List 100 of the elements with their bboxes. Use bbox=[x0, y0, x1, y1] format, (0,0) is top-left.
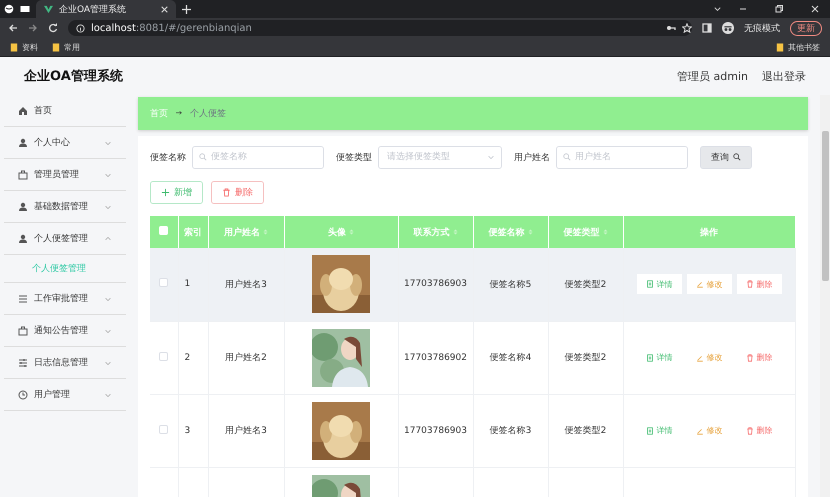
window-icon[interactable] bbox=[20, 4, 30, 14]
address-field[interactable]: localhost:8081/#/gerenbianqian bbox=[68, 20, 692, 36]
table-cell: 便签名称5 bbox=[473, 248, 548, 321]
trash-icon bbox=[746, 426, 754, 434]
info-icon bbox=[76, 24, 85, 32]
table-cell: 用户姓名3 bbox=[208, 394, 284, 467]
search-icon bbox=[733, 153, 741, 161]
edit-button[interactable]: 修改 bbox=[686, 274, 732, 294]
briefcase-icon bbox=[18, 326, 28, 336]
app-title: 企业OA管理系统 bbox=[24, 68, 123, 85]
url-text: localhost:8081/#/gerenbianqian bbox=[91, 22, 252, 34]
add-button[interactable]: 新增 bbox=[150, 181, 203, 204]
sidebar-item[interactable]: 用户管理 bbox=[4, 379, 126, 411]
incognito-icon[interactable] bbox=[722, 22, 734, 34]
arrow-icon bbox=[174, 110, 184, 116]
table-cell: 1 bbox=[178, 248, 208, 321]
search-button[interactable]: 查询 bbox=[700, 146, 752, 168]
sidebar-item[interactable]: 基础数据管理 bbox=[4, 191, 126, 223]
bookmark-label[interactable]: 其他书签 bbox=[788, 42, 820, 52]
table-cell: 便签类型2 bbox=[548, 394, 623, 467]
sidebar-item[interactable]: 个人便签管理 bbox=[4, 223, 126, 255]
bookmark-label[interactable]: 常用 bbox=[64, 42, 80, 52]
pencil-icon bbox=[696, 280, 704, 288]
briefcase-icon bbox=[18, 170, 28, 180]
sidebar-item[interactable]: 首页 bbox=[4, 95, 126, 127]
person-icon bbox=[18, 138, 28, 148]
delete-button[interactable]: 删除 bbox=[211, 181, 264, 204]
field-label: 便签名称 bbox=[150, 152, 186, 164]
new-tab-icon[interactable] bbox=[182, 4, 191, 14]
table-cell: 3 bbox=[178, 394, 208, 467]
plus-icon bbox=[161, 188, 170, 197]
globe-icon[interactable] bbox=[4, 4, 14, 14]
table-cell: 17703786903 bbox=[398, 394, 473, 467]
folder-icon bbox=[10, 42, 18, 52]
side-panel-icon[interactable] bbox=[702, 23, 712, 33]
document-icon bbox=[646, 280, 654, 288]
table-cell: 用户姓名2 bbox=[208, 321, 284, 394]
field-label: 用户姓名 bbox=[514, 152, 550, 164]
list-icon bbox=[18, 294, 28, 304]
table-cell: 便签名称3 bbox=[473, 394, 548, 467]
sidebar-item[interactable]: 个人中心 bbox=[4, 127, 126, 159]
incognito-label: 无痕模式 bbox=[744, 22, 780, 34]
delete-button[interactable]: 删除 bbox=[736, 274, 782, 294]
search-field[interactable]: 用户姓名 bbox=[556, 146, 688, 168]
sidebar-item[interactable]: 管理员管理 bbox=[4, 159, 126, 191]
restore-icon[interactable] bbox=[774, 4, 784, 14]
select-all-checkbox[interactable] bbox=[159, 226, 168, 235]
browser-tab[interactable]: 企业OA管理系统 bbox=[36, 0, 176, 18]
sort-icon bbox=[528, 228, 532, 236]
table-cell: 2 bbox=[178, 321, 208, 394]
back-arrow-icon[interactable] bbox=[8, 23, 18, 33]
table-cell: 17703786902 bbox=[398, 321, 473, 394]
sidebar-subitem[interactable]: 个人便签管理 bbox=[4, 255, 126, 283]
table-cell: 便签名称4 bbox=[473, 321, 548, 394]
sidebar-item[interactable]: 通知公告管理 bbox=[4, 315, 126, 347]
update-button[interactable]: 更新 bbox=[790, 20, 822, 36]
close-icon[interactable] bbox=[810, 4, 820, 14]
reload-icon[interactable] bbox=[48, 23, 58, 33]
document-icon bbox=[646, 426, 654, 434]
field-label: 便签类型 bbox=[336, 152, 372, 164]
clock-icon bbox=[18, 390, 28, 400]
table-cell: 用户姓名3 bbox=[208, 248, 284, 321]
table-cell: 便签类型2 bbox=[548, 248, 623, 321]
sort-icon bbox=[602, 228, 608, 236]
person-icon bbox=[18, 234, 28, 244]
row-checkbox[interactable] bbox=[159, 352, 168, 360]
folder-icon bbox=[776, 42, 784, 52]
logout-link[interactable]: 退出登录 bbox=[762, 68, 806, 84]
detail-button[interactable]: 详情 bbox=[636, 274, 682, 294]
close-icon[interactable] bbox=[161, 6, 168, 12]
scrollbar[interactable] bbox=[820, 95, 830, 497]
trash-icon bbox=[222, 188, 231, 197]
sidebar-item[interactable]: 工作审批管理 bbox=[4, 283, 126, 315]
star-icon[interactable] bbox=[682, 23, 692, 33]
document-icon bbox=[646, 354, 654, 362]
sort-icon bbox=[349, 228, 354, 236]
search-icon bbox=[199, 152, 207, 160]
trash-icon bbox=[746, 354, 754, 362]
home-icon bbox=[18, 106, 28, 116]
table-cell: 17703786903 bbox=[398, 248, 473, 321]
table-cell: 便签类型2 bbox=[548, 321, 623, 394]
forward-arrow-icon[interactable] bbox=[28, 23, 38, 33]
search-icon bbox=[563, 152, 571, 160]
sort-icon bbox=[452, 228, 458, 236]
select-field[interactable]: 请选择便签类型 bbox=[378, 146, 502, 168]
row-checkbox[interactable] bbox=[159, 278, 168, 288]
pencil-icon bbox=[696, 354, 704, 362]
pencil-icon bbox=[696, 426, 704, 434]
tab-title: 企业OA管理系统 bbox=[59, 4, 128, 16]
chevron-down-icon[interactable] bbox=[713, 4, 722, 14]
trash-icon bbox=[746, 280, 754, 288]
bookmark-label[interactable]: 资料 bbox=[22, 42, 38, 52]
sort-icon bbox=[263, 228, 268, 236]
v-logo-icon bbox=[44, 4, 53, 14]
sidebar-item[interactable]: 日志信息管理 bbox=[4, 347, 126, 379]
user-name: 管理员 admin bbox=[677, 68, 748, 84]
search-field[interactable]: 便签名称 bbox=[192, 146, 324, 168]
row-checkbox[interactable] bbox=[159, 424, 168, 434]
key-icon[interactable] bbox=[666, 23, 676, 33]
person-icon bbox=[18, 202, 28, 212]
